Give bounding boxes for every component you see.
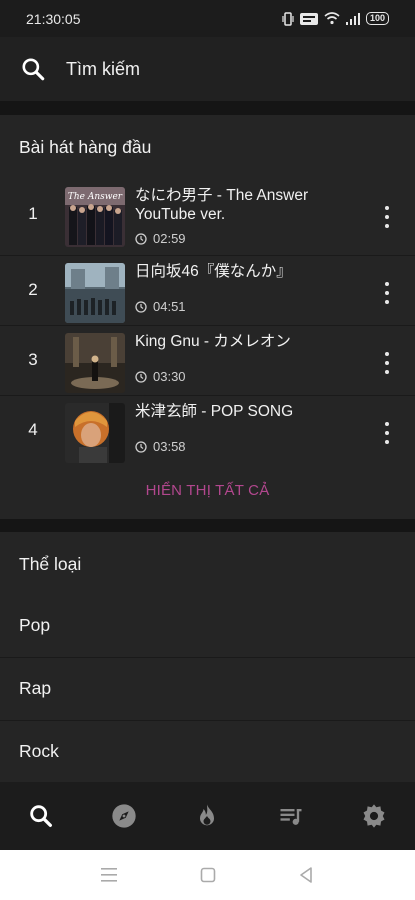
wifi-icon <box>324 12 340 25</box>
signal-icon <box>345 12 360 25</box>
divider <box>0 325 415 326</box>
song-duration-text: 03:30 <box>153 369 186 384</box>
song-title: なにわ男子 - The Answer YouTube ver. <box>135 187 309 223</box>
song-thumbnail <box>65 263 125 323</box>
song-rank: 4 <box>28 420 38 439</box>
genre-item-rap[interactable]: Rap <box>0 658 415 720</box>
more-options-icon[interactable] <box>379 350 395 376</box>
top-songs-section: Bài hát hàng đầu 1 The Answer なにわ男子 - Th… <box>0 115 415 519</box>
song-row[interactable]: 2 日向坂46『僕なんか』 04:51 <box>0 258 415 328</box>
song-thumbnail <box>65 333 125 393</box>
more-options-icon[interactable] <box>379 204 395 230</box>
svg-text:The Answer: The Answer <box>68 192 123 202</box>
song-duration: 03:58 <box>135 439 186 454</box>
show-all-button[interactable]: HIỂN THỊ TẤT CẢ <box>0 482 415 499</box>
status-bar: 21:30:05 100 <box>0 0 415 37</box>
search-label[interactable]: Tìm kiếm <box>66 59 140 80</box>
song-duration-text: 04:51 <box>153 299 186 314</box>
song-rank: 3 <box>28 350 38 369</box>
playlist-icon[interactable] <box>277 802 305 830</box>
more-options-icon[interactable] <box>379 420 395 446</box>
clock-icon <box>135 300 147 313</box>
song-row[interactable]: 4 米津玄師 - POP SONG 03:58 <box>0 398 415 468</box>
status-time: 21:30:05 <box>26 10 81 27</box>
song-duration: 03:30 <box>135 369 186 384</box>
song-rank: 2 <box>28 280 38 299</box>
search-icon[interactable] <box>20 56 46 82</box>
song-row[interactable]: 3 King Gnu - カメレオン 03:30 <box>0 328 415 398</box>
genres-section: Thể loại Pop Rap Rock <box>0 532 415 782</box>
vibrate-icon <box>282 11 294 26</box>
bottom-nav <box>0 782 415 850</box>
battery-indicator: 100 <box>365 12 389 25</box>
system-nav-bar <box>0 850 415 900</box>
genre-label: Rap <box>19 678 52 698</box>
compass-icon[interactable] <box>110 802 138 830</box>
back-icon[interactable] <box>298 865 314 885</box>
menu-icon[interactable] <box>101 865 117 885</box>
song-thumbnail <box>65 403 125 463</box>
clock-icon <box>135 370 147 383</box>
clock-icon <box>135 232 147 245</box>
song-title: 日向坂46『僕なんか』 <box>135 263 292 280</box>
song-title: 米津玄師 - POP SONG <box>135 403 294 420</box>
song-rank: 1 <box>28 204 38 223</box>
song-row[interactable]: 1 The Answer なにわ男子 - The Answer YouTube … <box>0 182 415 252</box>
genre-label: Pop <box>19 615 51 635</box>
song-title: King Gnu - カメレオン <box>135 333 291 350</box>
section-title-genres: Thể loại <box>19 554 82 574</box>
divider <box>0 255 415 256</box>
genre-label: Rock <box>19 741 59 761</box>
home-icon[interactable] <box>200 865 216 885</box>
divider <box>0 395 415 396</box>
fire-icon[interactable] <box>193 802 221 830</box>
section-title-top-songs: Bài hát hàng đầu <box>19 137 152 157</box>
song-duration: 04:51 <box>135 299 186 314</box>
settings-icon[interactable] <box>360 802 388 830</box>
song-duration-text: 02:59 <box>153 231 186 246</box>
search-bar[interactable]: Tìm kiếm <box>0 37 415 101</box>
data-speed-icon <box>299 12 318 25</box>
search-icon[interactable] <box>27 802 55 830</box>
song-thumbnail: The Answer <box>65 187 125 247</box>
genre-item-rock[interactable]: Rock <box>0 721 415 783</box>
status-icons: 100 <box>282 11 389 26</box>
more-options-icon[interactable] <box>379 280 395 306</box>
genre-item-pop[interactable]: Pop <box>0 595 415 657</box>
song-duration: 02:59 <box>135 231 186 246</box>
clock-icon <box>135 440 147 453</box>
song-duration-text: 03:58 <box>153 439 186 454</box>
